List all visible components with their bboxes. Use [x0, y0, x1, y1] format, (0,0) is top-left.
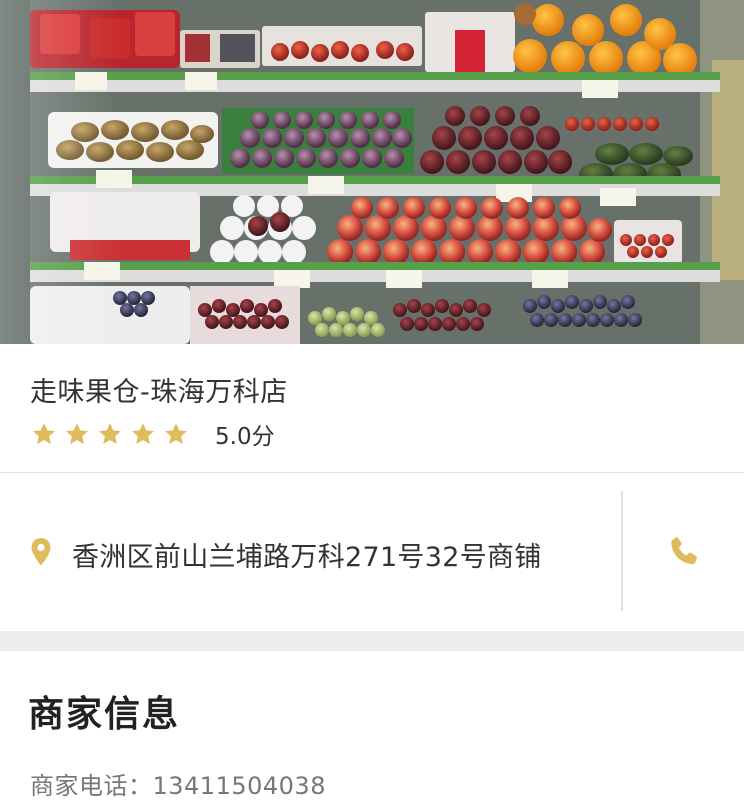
merchant-info-section: 商家信息 商家电话：13411504038	[0, 651, 744, 811]
rating-score: 5.0分	[215, 424, 275, 450]
shop-header: 走味果仓-珠海万科店	[0, 344, 744, 472]
location-pin-icon	[31, 538, 51, 566]
section-title: 商家信息	[28, 694, 181, 735]
call-button[interactable]	[623, 473, 744, 631]
star-icon	[131, 422, 155, 444]
shop-rating: 5.0分	[30, 417, 275, 451]
section-gap	[0, 631, 744, 651]
merchant-phone[interactable]: 商家电话：13411504038	[30, 766, 326, 801]
address-row[interactable]: 香洲区前山兰埔路万科271号32号商铺	[0, 473, 744, 631]
star-icon	[65, 422, 89, 444]
shop-photo	[0, 0, 744, 344]
shop-name: 走味果仓-珠海万科店	[30, 377, 288, 408]
star-icon	[32, 422, 56, 444]
merchant-phone-number[interactable]: 13411504038	[153, 772, 326, 800]
fruit-display-illustration	[0, 0, 744, 344]
merchant-phone-label: 商家电话：	[30, 772, 153, 800]
shop-address: 香洲区前山兰埔路万科271号32号商铺	[72, 542, 542, 573]
phone-icon	[670, 537, 697, 565]
star-icon	[98, 422, 122, 444]
star-icon	[164, 422, 188, 444]
